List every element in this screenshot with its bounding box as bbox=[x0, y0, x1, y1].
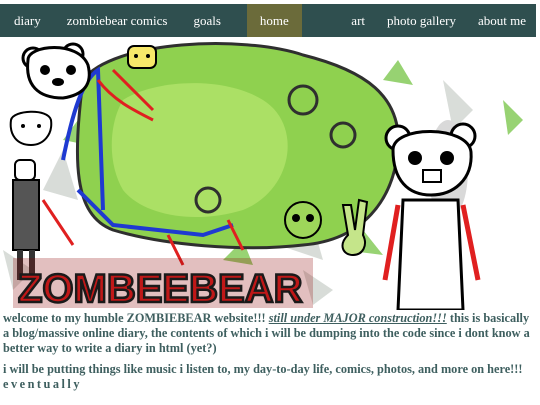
construction-link[interactable]: still under MAJOR construction!!! bbox=[269, 311, 447, 325]
zombiebear-banner: ZOMBEEBEAR bbox=[3, 40, 534, 310]
nav-art[interactable]: art bbox=[343, 4, 373, 37]
nav-diary[interactable]: diary bbox=[6, 4, 49, 37]
yellow-bear-icon bbox=[127, 45, 157, 69]
sketch-bear-icon bbox=[9, 110, 53, 147]
nav-home[interactable]: home bbox=[246, 4, 302, 37]
intro-paragraph: welcome to my humble ZOMBIEBEAR website!… bbox=[3, 311, 536, 356]
bear-head-top-left-icon bbox=[21, 42, 91, 100]
plans-text: i will be putting things like music i li… bbox=[3, 362, 523, 376]
intro-content: welcome to my humble ZOMBIEBEAR website!… bbox=[3, 311, 536, 398]
top-navbar: diary zombiebear comics goals home art p… bbox=[0, 4, 536, 37]
zombie-bear-figure bbox=[382, 120, 481, 310]
nav-photo-gallery[interactable]: photo gallery bbox=[379, 4, 464, 37]
intro-welcome-text: welcome to my humble ZOMBIEBEAR website!… bbox=[3, 311, 266, 325]
green-creature-icon bbox=[284, 201, 322, 239]
eventually-text: eventually bbox=[3, 377, 82, 391]
nav-zombiebear-comics[interactable]: zombiebear comics bbox=[59, 4, 176, 37]
nav-about-me[interactable]: about me bbox=[470, 4, 534, 37]
plans-paragraph: i will be putting things like music i li… bbox=[3, 362, 536, 392]
blob-highlight bbox=[111, 83, 288, 218]
banner-artwork: ZOMBEEBEAR bbox=[3, 42, 523, 310]
nav-goals[interactable]: goals bbox=[185, 4, 228, 37]
zombeebear-logo: ZOMBEEBEAR bbox=[13, 258, 313, 310]
svg-text:ZOMBEEBEAR: ZOMBEEBEAR bbox=[18, 267, 303, 310]
